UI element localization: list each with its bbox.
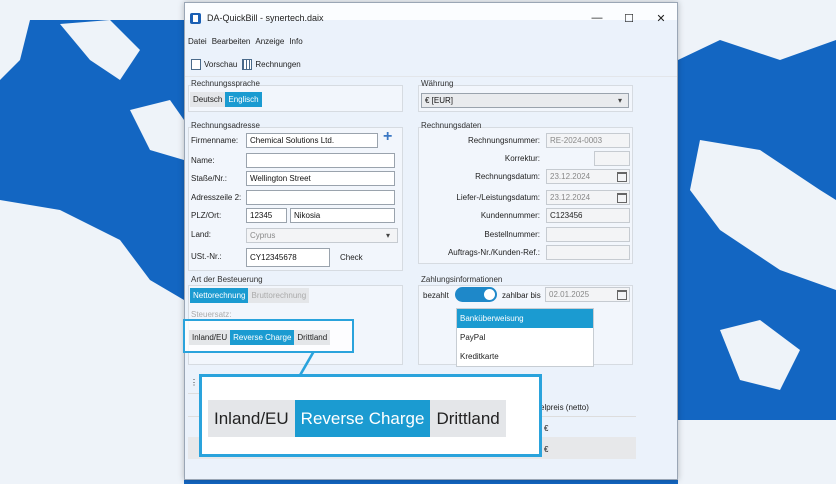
language-toggle: Deutsch Englisch — [190, 92, 262, 107]
chevron-down-icon: ▾ — [618, 96, 623, 105]
calendar-icon[interactable] — [617, 193, 627, 203]
name-label: Name: — [191, 156, 215, 165]
customer-number-label: Kundennummer: — [480, 211, 540, 220]
calendar-icon[interactable] — [617, 172, 627, 182]
company-input[interactable]: Chemical Solutions Ltd. — [246, 133, 378, 148]
app-icon — [190, 12, 201, 24]
tax-rate-label: Steuersatz: — [191, 310, 232, 319]
close-button[interactable]: ✕ — [645, 3, 677, 33]
preview-label: Vorschau — [204, 60, 238, 69]
vat-label: USt.-Nr.: — [191, 252, 222, 261]
tax-type-highlight: Inland/EU Reverse Charge Drittland — [183, 319, 354, 353]
window-title: DA-QuickBill - synertech.daix — [207, 13, 324, 23]
address-line2-label: Adresszeile 2: — [191, 193, 242, 202]
drag-handle-icon[interactable]: ⋮ — [190, 378, 198, 387]
currency-group-label: Währung — [421, 79, 454, 88]
tax-group-label: Art der Besteuerung — [191, 275, 263, 284]
tax-type-third-country[interactable]: Drittland — [294, 330, 331, 345]
menu-bearbeiten[interactable]: Bearbeiten — [212, 37, 251, 46]
tax-type-domestic[interactable]: Inland/EU — [189, 330, 231, 345]
tax-mode-net[interactable]: Nettorechnung — [190, 288, 249, 303]
toolbar: Vorschau Rechnungen — [185, 53, 677, 77]
tax-mode-gross[interactable]: Bruttorechnung — [248, 288, 310, 303]
invoices-label: Rechnungen — [255, 60, 301, 69]
document-icon — [191, 59, 201, 70]
items-row-1-price: € — [544, 424, 549, 433]
country-select[interactable]: Cyprus — [246, 228, 398, 243]
language-group-label: Rechnungssprache — [191, 79, 260, 88]
language-deutsch[interactable]: Deutsch — [190, 92, 226, 107]
address-group-label: Rechnungsadresse — [191, 121, 260, 130]
city-input[interactable]: Nikosia — [290, 208, 395, 223]
tax-type-third-country-zoomed[interactable]: Drittland — [430, 400, 506, 437]
invoices-button[interactable]: Rechnungen — [242, 59, 301, 70]
name-input[interactable] — [246, 153, 395, 168]
paid-label: bezahlt — [423, 291, 449, 300]
customer-number-input[interactable]: C123456 — [546, 208, 630, 223]
street-input[interactable]: Wellington Street — [246, 171, 395, 186]
payment-method-card[interactable]: Kreditkarte — [457, 347, 593, 366]
items-row-2-price: € — [544, 445, 549, 454]
invoice-number-label: Rechnungsnummer: — [467, 136, 540, 145]
tax-type-reverse-charge[interactable]: Reverse Charge — [230, 330, 295, 345]
chevron-down-icon: ▾ — [386, 231, 391, 240]
add-contact-icon[interactable]: + — [383, 128, 392, 146]
tax-mode-toggle: Nettorechnung Bruttorechnung — [190, 288, 310, 303]
correction-label: Korrektur: — [504, 154, 540, 163]
toggle-knob — [484, 289, 495, 300]
customer-ref-label: Auftrags-Nr./Kunden-Ref.: — [447, 248, 540, 257]
customer-ref-input[interactable] — [546, 245, 630, 260]
street-label: Staße/Nr.: — [191, 174, 228, 183]
language-englisch[interactable]: Englisch — [225, 92, 262, 107]
order-number-label: Bestellnummer: — [484, 230, 540, 239]
company-label: Firmenname: — [191, 136, 239, 145]
payment-group-label: Zahlungsinformationen — [421, 275, 503, 284]
minimize-button[interactable]: — — [581, 3, 613, 33]
paid-toggle[interactable] — [455, 287, 497, 302]
currency-select[interactable]: € [EUR] — [421, 93, 629, 108]
tax-type-zoom-callout: Inland/EU Reverse Charge Drittland — [199, 374, 542, 457]
tax-type-toggle: Inland/EU Reverse Charge Drittland — [189, 330, 331, 345]
menu-bar: Datei Bearbeiten Anzeige Info — [185, 33, 677, 50]
invoice-date-label: Rechnungsdatum: — [475, 172, 540, 181]
calendar-icon[interactable] — [617, 290, 627, 300]
payment-method-paypal[interactable]: PayPal — [457, 328, 593, 347]
unit-price-column-header: elpreis (netto) — [540, 403, 589, 412]
country-label: Land: — [191, 230, 212, 239]
maximize-button[interactable]: ☐ — [613, 3, 645, 33]
zip-city-label: PLZ/Ort: — [191, 211, 222, 220]
table-icon — [242, 59, 253, 70]
vat-check-link[interactable]: Check — [340, 253, 363, 262]
vat-input[interactable]: CY12345678 — [246, 248, 330, 267]
correction-input[interactable] — [594, 151, 630, 166]
address-line2-input[interactable] — [246, 190, 395, 205]
tax-type-toggle-zoomed: Inland/EU Reverse Charge Drittland — [208, 400, 506, 437]
invoice-number-input[interactable]: RE-2024-0003 — [546, 133, 630, 148]
invoice-data-group-label: Rechnungsdaten — [421, 121, 482, 130]
title-bar: DA-QuickBill - synertech.daix — ☐ ✕ — [185, 3, 677, 33]
menu-anzeige[interactable]: Anzeige — [255, 37, 284, 46]
zip-input[interactable]: 12345 — [246, 208, 287, 223]
menu-info[interactable]: Info — [289, 37, 302, 46]
preview-button[interactable]: Vorschau — [191, 59, 237, 70]
due-label: zahlbar bis — [502, 291, 541, 300]
payment-method-list: Banküberweisung PayPal Kreditkarte — [456, 308, 594, 367]
menu-datei[interactable]: Datei — [188, 37, 207, 46]
delivery-date-label: Liefer-/Leistungsdatum: — [456, 193, 540, 202]
tax-type-domestic-zoomed[interactable]: Inland/EU — [208, 400, 295, 437]
tax-type-reverse-charge-zoomed[interactable]: Reverse Charge — [294, 400, 431, 437]
order-number-input[interactable] — [546, 227, 630, 242]
payment-method-bank[interactable]: Banküberweisung — [457, 309, 593, 328]
